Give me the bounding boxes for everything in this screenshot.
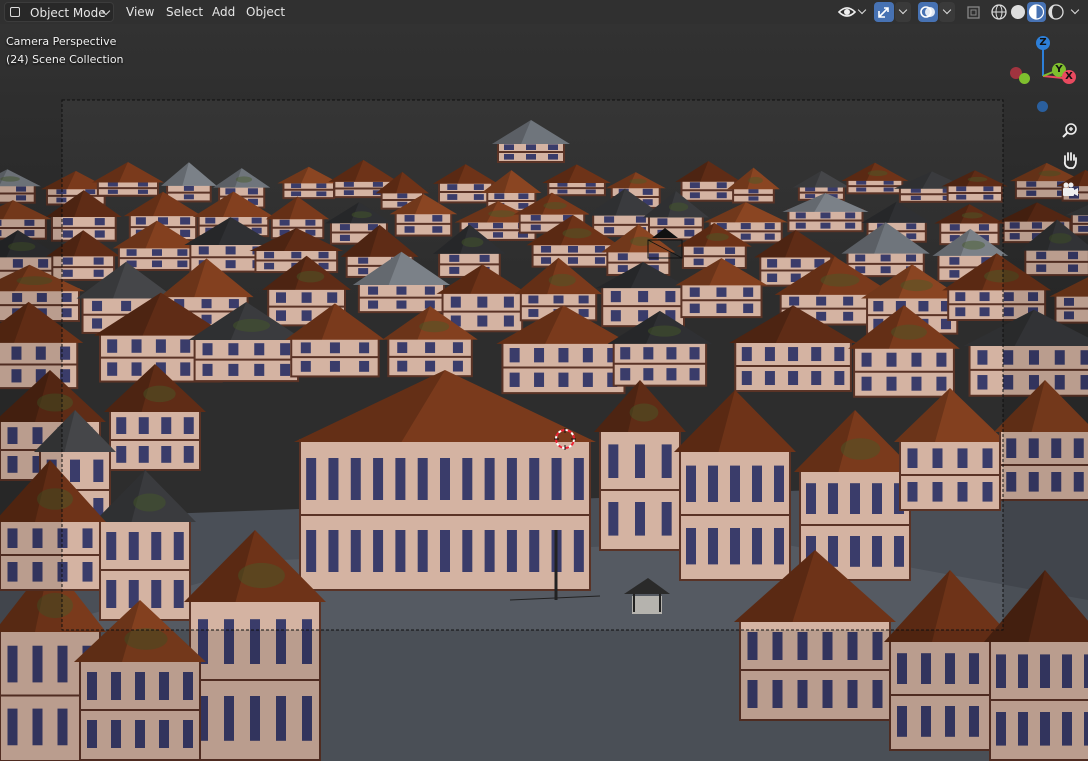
material-sphere-icon bbox=[1028, 4, 1045, 20]
neg-y-axis-icon[interactable] bbox=[1019, 73, 1030, 84]
transform-gizmo-icon bbox=[878, 7, 889, 18]
scene-render bbox=[0, 0, 1088, 761]
visibility-dropdown[interactable] bbox=[836, 2, 870, 22]
overlay-toggle[interactable] bbox=[918, 2, 938, 22]
menu-view[interactable]: View bbox=[120, 2, 160, 22]
shading-material[interactable] bbox=[1027, 2, 1046, 22]
chevron-down-icon bbox=[898, 5, 908, 15]
shading-solid[interactable] bbox=[1009, 2, 1027, 22]
neg-z-axis-icon[interactable] bbox=[1037, 101, 1048, 112]
perspective-label: Camera Perspective bbox=[6, 35, 117, 48]
camera-view-icon[interactable] bbox=[1059, 179, 1081, 201]
zoom-icon[interactable] bbox=[1059, 119, 1081, 141]
overlay-icon bbox=[920, 6, 935, 18]
mode-label: Object Mode bbox=[30, 6, 106, 20]
rendered-sphere-icon bbox=[1048, 4, 1064, 20]
chevron-down-icon bbox=[942, 5, 952, 15]
shading-wireframe[interactable] bbox=[990, 2, 1008, 22]
viewport-info: Camera Perspective (24) Scene Collection bbox=[6, 33, 124, 69]
mode-dropdown[interactable]: Object Mode bbox=[4, 2, 114, 22]
xray-icon bbox=[967, 6, 980, 19]
pan-hand-icon[interactable] bbox=[1059, 149, 1081, 171]
z-axis-icon[interactable]: Z bbox=[1036, 36, 1050, 50]
viewport-header: Object Mode View Select Add Object bbox=[0, 0, 1088, 24]
xray-toggle[interactable] bbox=[964, 2, 984, 22]
menu-select[interactable]: Select bbox=[160, 2, 209, 22]
eye-icon bbox=[837, 7, 857, 17]
shading-dropdown[interactable] bbox=[1066, 2, 1084, 22]
shading-rendered[interactable] bbox=[1047, 2, 1065, 22]
gizmo-dropdown[interactable] bbox=[895, 2, 911, 22]
gizmo-toggle[interactable] bbox=[874, 2, 894, 22]
overlay-dropdown[interactable] bbox=[939, 2, 955, 22]
3d-viewport[interactable]: Camera Perspective (24) Scene Collection… bbox=[0, 0, 1088, 761]
object-mode-icon bbox=[10, 7, 20, 17]
wireframe-sphere-icon bbox=[991, 4, 1007, 20]
collection-label: (24) Scene Collection bbox=[6, 53, 124, 66]
menu-add[interactable]: Add bbox=[206, 2, 241, 22]
menu-object[interactable]: Object bbox=[240, 2, 291, 22]
navigation-gizmo[interactable]: Z Y X bbox=[1006, 34, 1084, 114]
chevron-down-icon bbox=[1070, 5, 1080, 15]
x-axis-icon[interactable]: X bbox=[1062, 70, 1076, 84]
solid-sphere-icon bbox=[1011, 5, 1025, 19]
